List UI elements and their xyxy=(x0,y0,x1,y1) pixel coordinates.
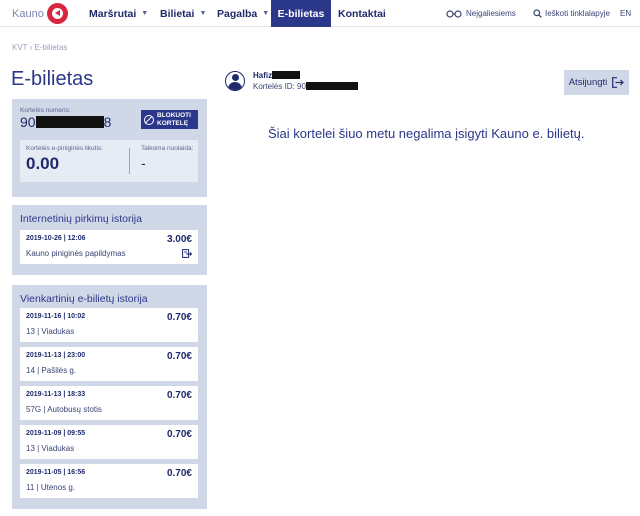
block-label-line2: KORTELĘ xyxy=(157,119,189,127)
entry-date: 2019-11-13 | 23:00 xyxy=(26,352,86,359)
list-item[interactable]: 2019-11-13 | 23:00 14 | Pašilės g. 0.70€ xyxy=(20,347,198,381)
language-label: EN xyxy=(620,9,632,18)
internet-history-title: Internetinių pirkimų istorija xyxy=(20,213,142,225)
logout-button[interactable]: Atsijungti xyxy=(564,70,629,95)
redaction xyxy=(305,82,358,90)
user-avatar-icon xyxy=(225,71,245,91)
entry-desc: 57G | Autobusų stotis xyxy=(26,405,102,414)
entry-amount: 0.70€ xyxy=(166,351,192,362)
entry-date: 2019-10-26 | 12:06 xyxy=(26,235,86,242)
nav-label: Kontaktai xyxy=(338,7,386,20)
entry-desc: Kauno piniginės papildymas xyxy=(26,249,126,258)
block-card-button[interactable]: BLOKUOTI KORTELĘ xyxy=(141,110,198,129)
discount-label: Taikoma nuolaida: xyxy=(141,145,194,152)
entry-desc: 14 | Pašilės g. xyxy=(26,366,77,375)
nav-label: Pagalba xyxy=(217,7,258,20)
entry-amount: 0.70€ xyxy=(166,468,192,479)
nav-e-bilietas[interactable]: E-bilietas xyxy=(271,0,331,27)
status-message: Šiai kortelei šiuo metu negalima įsigyti… xyxy=(268,126,585,141)
nav-bilietai[interactable]: Bilietai ▼ xyxy=(160,0,206,27)
top-header: Kauno Maršrutai ▼ Bilietai ▼ Pagalba ▼ E-bi… xyxy=(0,0,640,27)
entry-desc: 11 | Utenos g. xyxy=(26,483,76,492)
list-item[interactable]: 2019-11-16 | 10:02 13 | Viadukas 0.70€ xyxy=(20,308,198,342)
user-card-id: Kortelės ID: 90 xyxy=(253,82,358,91)
caret-down-icon: ▼ xyxy=(262,10,270,17)
nav-label: Bilietai xyxy=(160,7,195,20)
language-switch[interactable]: EN xyxy=(620,0,631,27)
nav-label: E-bilietas xyxy=(277,7,325,20)
caret-down-icon: ▼ xyxy=(141,10,149,17)
entry-amount: 3.00€ xyxy=(166,234,192,245)
ban-icon xyxy=(144,114,154,125)
entry-desc: 13 | Viadukas xyxy=(26,327,75,336)
list-item[interactable]: 2019-11-13 | 18:33 57G | Autobusų stotis… xyxy=(20,386,198,420)
entry-date: 2019-11-13 | 18:33 xyxy=(26,391,86,398)
search-link[interactable]: Ieškoti tinklalapyje xyxy=(533,0,610,27)
block-card-label: BLOKUOTI KORTELĘ xyxy=(157,112,191,127)
entry-desc: 13 | Viadukas xyxy=(26,444,75,453)
logout-label: Atsijungti xyxy=(568,77,608,88)
entry-amount: 0.70€ xyxy=(166,390,192,401)
divider xyxy=(129,148,130,174)
card-number-label: Kortelės numeris: xyxy=(20,107,71,114)
receipt-export-icon[interactable] xyxy=(182,249,192,258)
glasses-icon xyxy=(446,9,462,18)
single-history-title: Vienkartinių e-bilietų istorija xyxy=(20,293,148,305)
search-label: Ieškoti tinklalapyje xyxy=(545,9,610,18)
accessibility-label: Neįgaliesiems xyxy=(466,9,516,18)
list-item[interactable]: 2019-10-26 | 12:06 Kauno piniginės papil… xyxy=(20,230,198,264)
redaction xyxy=(272,71,301,79)
caret-down-icon: ▼ xyxy=(199,10,207,17)
nav-label: Maršrutai xyxy=(89,7,137,20)
balance-box: Kortelės e-piniginės likutis: 0.00 Taiko… xyxy=(20,140,198,182)
nav-kontaktai[interactable]: Kontaktai xyxy=(338,0,386,27)
page-title: E-bilietas xyxy=(11,68,94,90)
card-number: 90 8 xyxy=(20,114,111,130)
logo[interactable]: Kauno xyxy=(12,3,68,24)
entry-amount: 0.70€ xyxy=(166,429,192,440)
card-number-prefix: 90 xyxy=(20,114,36,130)
entry-date: 2019-11-09 | 09:55 xyxy=(26,430,86,437)
balance-value: 0.00 xyxy=(26,154,60,173)
discount-value: - xyxy=(141,155,146,171)
user-name: Hafiz xyxy=(253,71,301,80)
entry-amount: 0.70€ xyxy=(166,312,192,323)
nav-pagalba[interactable]: Pagalba ▼ xyxy=(217,0,269,27)
nav-marsrutai[interactable]: Maršrutai ▼ xyxy=(89,0,148,27)
avatar-body xyxy=(228,82,242,90)
search-icon xyxy=(533,9,542,18)
list-item[interactable]: 2019-11-09 | 09:55 13 | Viadukas 0.70€ xyxy=(20,425,198,459)
balance-label: Kortelės e-piniginės likutis: xyxy=(26,145,103,152)
logo-text: Kauno xyxy=(12,7,44,20)
breadcrumb[interactable]: KVT › E-bilietas xyxy=(12,43,67,52)
user-name-text: Hafiz xyxy=(253,71,273,80)
list-item[interactable]: 2019-11-05 | 16:56 11 | Utenos g. 0.70€ xyxy=(20,464,198,498)
entry-date: 2019-11-05 | 16:56 xyxy=(26,469,86,476)
entry-date: 2019-11-16 | 10:02 xyxy=(26,313,86,320)
redaction xyxy=(35,116,104,128)
logo-icon xyxy=(46,3,68,24)
card-number-suffix: 8 xyxy=(103,114,112,130)
logout-icon xyxy=(612,77,625,88)
accessibility-link[interactable]: Neįgaliesiems xyxy=(446,0,516,27)
avatar-head xyxy=(231,74,239,81)
user-card-label: Kortelės ID: 90 xyxy=(253,82,306,91)
block-label-line1: BLOKUOTI xyxy=(157,112,191,119)
